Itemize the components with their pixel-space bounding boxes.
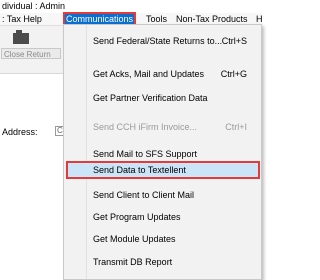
window-title: dividual : Admin [0,0,262,13]
menu-item-label: Send CCH iFirm Invoice... [93,122,198,132]
menu-item-label: Get Acks, Mail and Updates [93,69,205,79]
menu-item-shortcut: Ctrl+S [221,36,247,46]
menu-item-get-acks[interactable]: Get Acks, Mail and Updates Ctrl+G [64,65,261,83]
menu-item-partner-verification[interactable]: Get Partner Verification Data [64,89,261,107]
close-return-button[interactable]: Close Return [1,48,61,59]
menu-item-shortcut: Ctrl+G [220,69,247,79]
address-label: Address: [2,127,38,137]
menu-item-label: Get Module Updates [93,234,176,244]
menu-item-get-module-updates[interactable]: Get Module Updates [64,230,261,248]
menu-item-label: Send Data to Textellent [93,165,186,175]
menu-item-get-program-updates[interactable]: Get Program Updates [64,208,261,226]
menu-item-label: Send Federal/State Returns to... [93,36,223,46]
menu-item-label: Get Partner Verification Data [93,93,208,103]
menu-item-label: Send Client to Client Mail [93,190,195,200]
menu-item-send-ifirm-invoice[interactable]: Send CCH iFirm Invoice... Ctrl+I [64,118,261,136]
menu-item-transmit-db-report[interactable]: Transmit DB Report [64,253,261,271]
menu-item-label: Get Program Updates [93,212,181,222]
folder-icon [13,30,29,44]
menu-item-label: Transmit DB Report [93,257,173,267]
menu-item-label: Send Mail to SFS Support [93,149,198,159]
communications-menu: Send Federal/State Returns to... Ctrl+S … [63,24,262,280]
menu-item-shortcut: Ctrl+I [225,122,247,132]
menu-item-send-textellent[interactable]: Send Data to Textellent [66,161,260,179]
menu-item-send-returns[interactable]: Send Federal/State Returns to... Ctrl+S [64,32,261,50]
menu-tax-help[interactable]: : Tax Help [2,13,42,25]
menu-item-send-client-mail[interactable]: Send Client to Client Mail [64,186,261,204]
